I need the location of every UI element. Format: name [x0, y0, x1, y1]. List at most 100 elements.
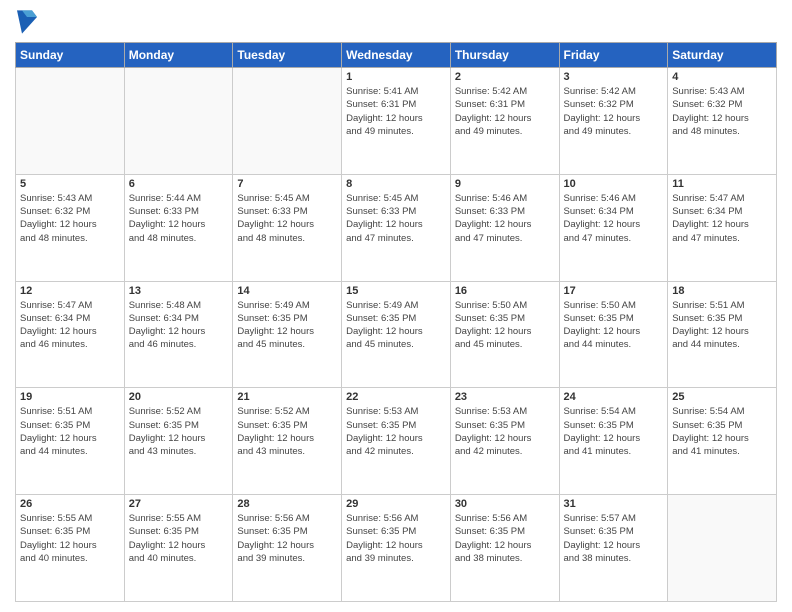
- calendar-cell: 21 Sunrise: 5:52 AM Sunset: 6:35 PM Dayli…: [233, 388, 342, 495]
- day-number: 3: [564, 71, 664, 83]
- day-info: Sunrise: 5:52 AM Sunset: 6:35 PM Dayligh…: [237, 405, 337, 458]
- day-info: Sunrise: 5:49 AM Sunset: 6:35 PM Dayligh…: [346, 299, 446, 352]
- day-number: 1: [346, 71, 446, 83]
- weekday-header-tuesday: Tuesday: [233, 43, 342, 68]
- weekday-header-wednesday: Wednesday: [342, 43, 451, 68]
- calendar-cell: 26 Sunrise: 5:55 AM Sunset: 6:35 PM Dayli…: [16, 495, 125, 602]
- calendar-cell: [668, 495, 777, 602]
- day-info: Sunrise: 5:56 AM Sunset: 6:35 PM Dayligh…: [237, 512, 337, 565]
- day-info: Sunrise: 5:48 AM Sunset: 6:34 PM Dayligh…: [129, 299, 229, 352]
- calendar-cell: 1 Sunrise: 5:41 AM Sunset: 6:31 PM Daylig…: [342, 68, 451, 175]
- day-info: Sunrise: 5:55 AM Sunset: 6:35 PM Dayligh…: [129, 512, 229, 565]
- day-info: Sunrise: 5:44 AM Sunset: 6:33 PM Dayligh…: [129, 192, 229, 245]
- day-info: Sunrise: 5:53 AM Sunset: 6:35 PM Dayligh…: [455, 405, 555, 458]
- weekday-header-friday: Friday: [559, 43, 668, 68]
- header: [15, 10, 777, 34]
- day-number: 31: [564, 498, 664, 510]
- calendar-cell: 16 Sunrise: 5:50 AM Sunset: 6:35 PM Dayli…: [450, 281, 559, 388]
- calendar-cell: 12 Sunrise: 5:47 AM Sunset: 6:34 PM Dayli…: [16, 281, 125, 388]
- day-number: 16: [455, 285, 555, 297]
- calendar-cell: 28 Sunrise: 5:56 AM Sunset: 6:35 PM Dayli…: [233, 495, 342, 602]
- day-number: 12: [20, 285, 120, 297]
- day-number: 20: [129, 391, 229, 403]
- calendar-cell: 20 Sunrise: 5:52 AM Sunset: 6:35 PM Dayli…: [124, 388, 233, 495]
- day-number: 13: [129, 285, 229, 297]
- calendar-cell: [124, 68, 233, 175]
- calendar-cell: 13 Sunrise: 5:48 AM Sunset: 6:34 PM Dayli…: [124, 281, 233, 388]
- day-number: 30: [455, 498, 555, 510]
- day-number: 21: [237, 391, 337, 403]
- day-info: Sunrise: 5:47 AM Sunset: 6:34 PM Dayligh…: [672, 192, 772, 245]
- weekday-header-thursday: Thursday: [450, 43, 559, 68]
- day-number: 10: [564, 178, 664, 190]
- weekday-header-row: SundayMondayTuesdayWednesdayThursdayFrid…: [16, 43, 777, 68]
- day-number: 17: [564, 285, 664, 297]
- calendar-cell: 31 Sunrise: 5:57 AM Sunset: 6:35 PM Dayli…: [559, 495, 668, 602]
- calendar-cell: 25 Sunrise: 5:54 AM Sunset: 6:35 PM Dayli…: [668, 388, 777, 495]
- day-info: Sunrise: 5:56 AM Sunset: 6:35 PM Dayligh…: [346, 512, 446, 565]
- day-number: 26: [20, 498, 120, 510]
- calendar-cell: 14 Sunrise: 5:49 AM Sunset: 6:35 PM Dayli…: [233, 281, 342, 388]
- calendar-cell: 2 Sunrise: 5:42 AM Sunset: 6:31 PM Daylig…: [450, 68, 559, 175]
- day-number: 9: [455, 178, 555, 190]
- calendar-cell: 7 Sunrise: 5:45 AM Sunset: 6:33 PM Daylig…: [233, 174, 342, 281]
- calendar-cell: 30 Sunrise: 5:56 AM Sunset: 6:35 PM Dayli…: [450, 495, 559, 602]
- day-number: 23: [455, 391, 555, 403]
- day-info: Sunrise: 5:50 AM Sunset: 6:35 PM Dayligh…: [455, 299, 555, 352]
- day-number: 19: [20, 391, 120, 403]
- calendar-cell: 24Sunrise: 5:54 AM Sunset: 6:35 PM Dayli…: [559, 388, 668, 495]
- day-number: 25: [672, 391, 772, 403]
- day-info: Sunrise: 5:49 AM Sunset: 6:35 PM Dayligh…: [237, 299, 337, 352]
- calendar-cell: [16, 68, 125, 175]
- day-info: Sunrise: 5:54 AM Sunset: 6:35 PM Dayligh…: [564, 405, 664, 458]
- day-info: Sunrise: 5:45 AM Sunset: 6:33 PM Dayligh…: [237, 192, 337, 245]
- calendar-cell: 22Sunrise: 5:53 AM Sunset: 6:35 PM Dayli…: [342, 388, 451, 495]
- weekday-header-saturday: Saturday: [668, 43, 777, 68]
- calendar-cell: 10 Sunrise: 5:46 AM Sunset: 6:34 PM Dayli…: [559, 174, 668, 281]
- day-info: Sunrise: 5:41 AM Sunset: 6:31 PM Dayligh…: [346, 85, 446, 138]
- calendar-cell: [233, 68, 342, 175]
- day-number: 29: [346, 498, 446, 510]
- calendar-table: SundayMondayTuesdayWednesdayThursdayFrid…: [15, 42, 777, 602]
- day-number: 11: [672, 178, 772, 190]
- day-info: Sunrise: 5:50 AM Sunset: 6:35 PM Dayligh…: [564, 299, 664, 352]
- day-info: Sunrise: 5:51 AM Sunset: 6:35 PM Dayligh…: [672, 299, 772, 352]
- day-number: 2: [455, 71, 555, 83]
- calendar-week-2: 5Sunrise: 5:43 AM Sunset: 6:32 PM Daylig…: [16, 174, 777, 281]
- day-info: Sunrise: 5:52 AM Sunset: 6:35 PM Dayligh…: [129, 405, 229, 458]
- day-info: Sunrise: 5:47 AM Sunset: 6:34 PM Dayligh…: [20, 299, 120, 352]
- day-info: Sunrise: 5:57 AM Sunset: 6:35 PM Dayligh…: [564, 512, 664, 565]
- day-number: 7: [237, 178, 337, 190]
- calendar-cell: 5Sunrise: 5:43 AM Sunset: 6:32 PM Daylig…: [16, 174, 125, 281]
- day-info: Sunrise: 5:43 AM Sunset: 6:32 PM Dayligh…: [672, 85, 772, 138]
- day-number: 15: [346, 285, 446, 297]
- day-info: Sunrise: 5:46 AM Sunset: 6:33 PM Dayligh…: [455, 192, 555, 245]
- calendar-cell: 18Sunrise: 5:51 AM Sunset: 6:35 PM Dayli…: [668, 281, 777, 388]
- calendar-cell: 17 Sunrise: 5:50 AM Sunset: 6:35 PM Dayli…: [559, 281, 668, 388]
- calendar-cell: 19Sunrise: 5:51 AM Sunset: 6:35 PM Dayli…: [16, 388, 125, 495]
- calendar-cell: 15 Sunrise: 5:49 AM Sunset: 6:35 PM Dayli…: [342, 281, 451, 388]
- day-number: 8: [346, 178, 446, 190]
- day-info: Sunrise: 5:54 AM Sunset: 6:35 PM Dayligh…: [672, 405, 772, 458]
- day-info: Sunrise: 5:55 AM Sunset: 6:35 PM Dayligh…: [20, 512, 120, 565]
- calendar-cell: 6Sunrise: 5:44 AM Sunset: 6:33 PM Daylig…: [124, 174, 233, 281]
- day-info: Sunrise: 5:46 AM Sunset: 6:34 PM Dayligh…: [564, 192, 664, 245]
- day-info: Sunrise: 5:42 AM Sunset: 6:32 PM Dayligh…: [564, 85, 664, 138]
- calendar-cell: 29 Sunrise: 5:56 AM Sunset: 6:35 PM Dayli…: [342, 495, 451, 602]
- calendar-cell: 4Sunrise: 5:43 AM Sunset: 6:32 PM Daylig…: [668, 68, 777, 175]
- day-info: Sunrise: 5:56 AM Sunset: 6:35 PM Dayligh…: [455, 512, 555, 565]
- calendar-cell: 3 Sunrise: 5:42 AM Sunset: 6:32 PM Daylig…: [559, 68, 668, 175]
- calendar-cell: 8 Sunrise: 5:45 AM Sunset: 6:33 PM Daylig…: [342, 174, 451, 281]
- day-number: 14: [237, 285, 337, 297]
- calendar-cell: 23 Sunrise: 5:53 AM Sunset: 6:35 PM Dayli…: [450, 388, 559, 495]
- day-number: 22: [346, 391, 446, 403]
- calendar-cell: 11 Sunrise: 5:47 AM Sunset: 6:34 PM Dayli…: [668, 174, 777, 281]
- weekday-header-monday: Monday: [124, 43, 233, 68]
- calendar-week-4: 19Sunrise: 5:51 AM Sunset: 6:35 PM Dayli…: [16, 388, 777, 495]
- day-info: Sunrise: 5:45 AM Sunset: 6:33 PM Dayligh…: [346, 192, 446, 245]
- day-number: 28: [237, 498, 337, 510]
- logo: [15, 10, 41, 34]
- calendar-week-1: 1 Sunrise: 5:41 AM Sunset: 6:31 PM Daylig…: [16, 68, 777, 175]
- logo-icon: [17, 10, 37, 34]
- day-info: Sunrise: 5:42 AM Sunset: 6:31 PM Dayligh…: [455, 85, 555, 138]
